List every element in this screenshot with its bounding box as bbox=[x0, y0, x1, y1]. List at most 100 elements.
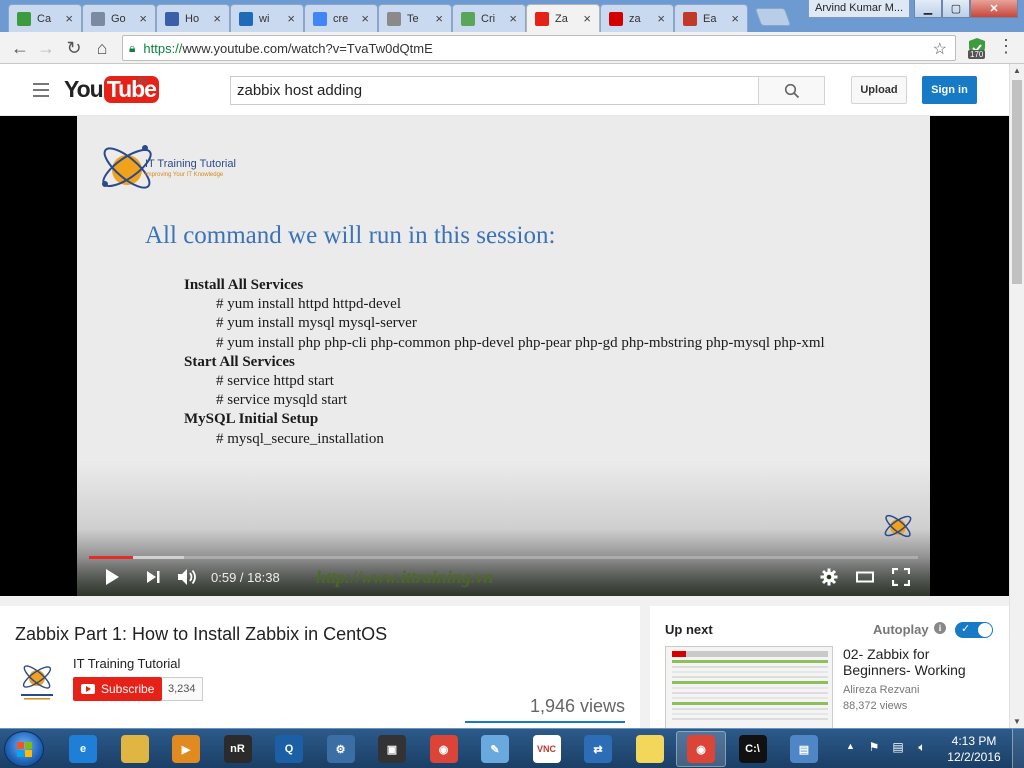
browser-tab[interactable]: cre × bbox=[304, 4, 378, 32]
browser-tab[interactable]: Ho × bbox=[156, 4, 230, 32]
mute-button[interactable] bbox=[176, 565, 200, 589]
home-button[interactable]: ⌂ bbox=[90, 36, 114, 60]
youtube-play-icon bbox=[81, 684, 95, 694]
browser-tab[interactable]: Za × bbox=[526, 4, 600, 32]
forward-button[interactable]: → bbox=[34, 36, 58, 60]
tab-close-icon[interactable]: × bbox=[65, 11, 73, 26]
clock-time[interactable]: 4:13 PM bbox=[948, 734, 1000, 748]
minimize-button[interactable]: ▁ bbox=[914, 0, 942, 18]
page-scrollbar[interactable]: ▲ ▼ bbox=[1009, 64, 1024, 728]
fullscreen-button[interactable] bbox=[889, 565, 913, 589]
network-icon[interactable]: ▤ bbox=[890, 739, 906, 755]
sign-in-button[interactable]: Sign in bbox=[922, 76, 977, 104]
tab-label: Ho bbox=[185, 12, 200, 25]
taskbar-media-player-button[interactable]: ▶ bbox=[161, 731, 211, 767]
windows-taskbar: e ▶ nR Q ⚙ ▣ ◉ ✎ VNC ⇄ ◉ C:\ ▤ ▲ ⚑ ▤ 🔈︎ 4:13 PM 12/2… bbox=[0, 728, 1024, 768]
browser-tab[interactable]: za × bbox=[600, 4, 674, 32]
scroll-down-arrow-icon[interactable]: ▼ bbox=[1013, 717, 1021, 726]
taskbar-rdp-tool-button[interactable]: nR bbox=[213, 731, 263, 767]
guide-menu-icon[interactable] bbox=[33, 83, 49, 97]
blue-square-icon bbox=[165, 11, 179, 26]
show-desktop-button[interactable] bbox=[1012, 729, 1024, 768]
tab-close-icon[interactable]: × bbox=[731, 11, 739, 26]
browser-tab[interactable]: Go × bbox=[82, 4, 156, 32]
taskbar-vnc-viewer-button[interactable]: VNC bbox=[522, 731, 572, 767]
up-next-heading: Up next bbox=[665, 622, 713, 637]
taskbar-control-panel-button[interactable]: ▤ bbox=[779, 731, 829, 767]
taskbar-file-explorer-button[interactable] bbox=[110, 731, 160, 767]
tab-close-icon[interactable]: × bbox=[509, 11, 517, 26]
taskbar-chrome-button[interactable]: ◉ bbox=[419, 731, 469, 767]
video-player[interactable]: IT Training Tutorial Improving Your IT K… bbox=[0, 116, 1009, 596]
address-bar[interactable]: 🔒︎ https://www.youtube.com/watch?v=TvaTw… bbox=[122, 35, 956, 61]
search-input[interactable] bbox=[230, 76, 758, 105]
taskbar-chat-client-button[interactable]: Q bbox=[264, 731, 314, 767]
chrome-active-icon: ◉ bbox=[687, 735, 715, 763]
back-button[interactable]: ← bbox=[8, 36, 32, 60]
search-button[interactable] bbox=[758, 76, 825, 105]
progress-bar[interactable] bbox=[89, 556, 918, 559]
browser-tab[interactable]: Ca × bbox=[8, 4, 82, 32]
tab-close-icon[interactable]: × bbox=[583, 11, 591, 26]
tab-close-icon[interactable]: × bbox=[213, 11, 221, 26]
taskbar-command-prompt-button[interactable]: C:\ bbox=[728, 731, 778, 767]
play-button[interactable] bbox=[100, 565, 124, 589]
url-scheme: https:// bbox=[143, 40, 183, 56]
browser-tab[interactable]: Te × bbox=[378, 4, 452, 32]
tab-close-icon[interactable]: × bbox=[287, 11, 295, 26]
youtube-masthead: You Tube IN Upload Sign in bbox=[0, 64, 1009, 116]
speaker-icon[interactable]: 🔈︎ bbox=[914, 739, 930, 755]
start-button[interactable] bbox=[4, 731, 44, 767]
up-next-thumbnail[interactable] bbox=[665, 646, 833, 738]
up-next-title[interactable]: 02- Zabbix for Beginners- Working bbox=[843, 646, 993, 680]
taskbar-camera-app-button[interactable]: ▣ bbox=[367, 731, 417, 767]
reload-button[interactable]: ↻ bbox=[62, 36, 86, 60]
theater-mode-button[interactable] bbox=[853, 565, 877, 589]
up-next-views: 88,372 views bbox=[843, 700, 908, 712]
clock-date[interactable]: 12/2/2016 bbox=[944, 750, 1004, 764]
flag-icon[interactable]: ⚑ bbox=[866, 739, 882, 755]
taskbar-remote-transfer-button[interactable]: ⇄ bbox=[573, 731, 623, 767]
tab-label: wi bbox=[259, 12, 270, 25]
tab-label: za bbox=[629, 12, 641, 25]
slide-corner-logo-icon bbox=[884, 514, 912, 538]
channel-avatar[interactable] bbox=[15, 658, 59, 702]
browser-tab[interactable]: Ea × bbox=[674, 4, 748, 32]
autoplay-toggle[interactable]: ✓ bbox=[955, 622, 993, 638]
tab-close-icon[interactable]: × bbox=[139, 11, 147, 26]
info-icon[interactable]: i bbox=[934, 622, 946, 634]
youtube-icon bbox=[535, 11, 549, 26]
tab-close-icon[interactable]: × bbox=[435, 11, 443, 26]
taskbar-internet-explorer-button[interactable]: e bbox=[58, 731, 108, 767]
show-hidden-icons-icon[interactable]: ▲ bbox=[846, 741, 855, 751]
region-code: IN bbox=[138, 76, 147, 86]
taskbar-notepad-button[interactable]: ✎ bbox=[470, 731, 520, 767]
subscribe-button[interactable]: Subscribe bbox=[73, 677, 162, 701]
scroll-up-arrow-icon[interactable]: ▲ bbox=[1013, 66, 1021, 75]
green-bookmark-icon bbox=[17, 11, 31, 26]
bookmark-star-icon[interactable]: ☆ bbox=[933, 39, 947, 59]
up-next-sidebar: Up next Autoplay i ✓ 02- Zabbix for Begi… bbox=[650, 606, 1009, 738]
close-window-button[interactable]: ✕ bbox=[970, 0, 1018, 18]
profile-button[interactable]: Arvind Kumar M... bbox=[808, 0, 910, 18]
channel-name[interactable]: IT Training Tutorial bbox=[73, 656, 180, 671]
browser-tab[interactable]: wi × bbox=[230, 4, 304, 32]
upload-button[interactable]: Upload bbox=[851, 76, 907, 104]
maximize-button[interactable]: ▢ bbox=[942, 0, 970, 18]
taskbar-chrome-active-button[interactable]: ◉ bbox=[676, 731, 726, 767]
tab-close-icon[interactable]: × bbox=[657, 11, 665, 26]
new-tab-button[interactable] bbox=[754, 8, 792, 26]
next-video-button[interactable] bbox=[142, 565, 164, 589]
settings-button[interactable] bbox=[817, 565, 841, 589]
slide-command-line: # service httpd start bbox=[216, 373, 334, 390]
scrollbar-thumb[interactable] bbox=[1012, 80, 1022, 284]
tab-close-icon[interactable]: × bbox=[361, 11, 369, 26]
video-frame[interactable]: IT Training Tutorial Improving Your IT K… bbox=[77, 116, 930, 596]
taskbar-network-config-button[interactable]: ⚙ bbox=[316, 731, 366, 767]
chat-client-icon: Q bbox=[275, 735, 303, 763]
taskbar-sticky-notes-button[interactable] bbox=[625, 731, 675, 767]
network-config-icon: ⚙ bbox=[326, 735, 355, 763]
browser-menu-icon[interactable]: ⋮ bbox=[996, 36, 1016, 60]
browser-tab[interactable]: Cri × bbox=[452, 4, 526, 32]
slide-command-line: # service mysqld start bbox=[216, 392, 348, 409]
